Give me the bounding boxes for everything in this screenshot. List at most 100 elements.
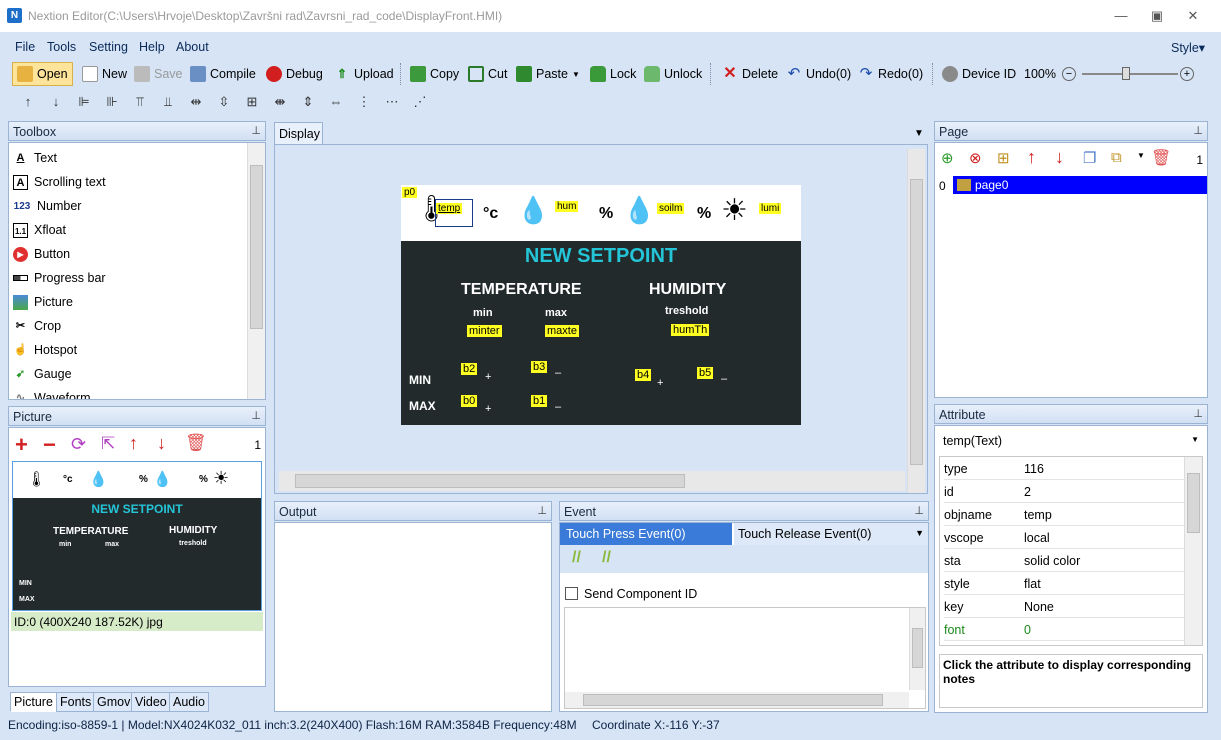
scroll-thumb[interactable]: [295, 474, 685, 488]
upload-button[interactable]: ⇑ Upload: [334, 63, 394, 85]
display-dropdown-icon[interactable]: ▼: [914, 128, 924, 139]
b1-button[interactable]: b1: [531, 395, 548, 407]
close-icon[interactable]: ✕: [1175, 6, 1211, 26]
move-down-icon[interactable]: ↓: [157, 433, 166, 454]
attr-row-id[interactable]: id 2: [944, 480, 1191, 503]
tab-video[interactable]: Video: [131, 692, 171, 712]
tool-hotspot[interactable]: ☝ Hotspot: [13, 339, 77, 361]
uncomment-icon[interactable]: //: [602, 549, 611, 567]
attr-row-sta[interactable]: sta solid color: [944, 549, 1191, 572]
page-item-page0[interactable]: page0: [953, 176, 1207, 194]
debug-button[interactable]: Debug: [266, 63, 323, 85]
tool-gauge[interactable]: ➹ Gauge: [13, 363, 72, 385]
align-left-icon[interactable]: ⊫: [74, 92, 94, 112]
tool-button[interactable]: ▶ Button: [13, 243, 70, 265]
tool-progress-bar[interactable]: Progress bar: [13, 267, 106, 289]
menu-about[interactable]: About: [176, 40, 209, 54]
menu-setting[interactable]: Setting: [89, 40, 128, 54]
tab-picture[interactable]: Picture: [10, 692, 57, 712]
trash-icon[interactable]: 🗑: [1151, 148, 1171, 168]
attr-row-objname[interactable]: objname temp: [944, 503, 1191, 526]
add-page-icon[interactable]: ⊕: [941, 149, 954, 167]
import-page-icon[interactable]: ⧉: [1111, 149, 1122, 166]
move-up-icon[interactable]: ↑: [129, 433, 138, 454]
arrow-down-icon[interactable]: ↓: [46, 92, 66, 112]
remove-picture-icon[interactable]: −: [43, 432, 56, 458]
tool-xfloat[interactable]: 1.1 Xfloat: [13, 219, 66, 241]
copy-page-icon[interactable]: ❐: [1083, 149, 1096, 167]
tab-audio[interactable]: Audio: [169, 692, 209, 712]
toolbox-scrollbar[interactable]: [247, 143, 265, 399]
same-width-icon[interactable]: ⇼: [270, 92, 290, 112]
editor-hscroll[interactable]: [565, 692, 909, 708]
pin-icon[interactable]: ⊥: [251, 409, 261, 422]
attribute-scrollbar[interactable]: [1184, 457, 1202, 645]
pin-icon[interactable]: ⊥: [251, 124, 261, 137]
redo-button[interactable]: ↷ Redo(0): [858, 63, 923, 85]
distribute-v-icon[interactable]: ⋯: [382, 92, 402, 112]
attr-row-type[interactable]: type 116: [944, 457, 1191, 480]
comment-icon[interactable]: //: [572, 549, 581, 567]
delete-page-icon[interactable]: ⊗: [969, 149, 982, 167]
arrow-up-icon[interactable]: ↑: [18, 92, 38, 112]
minimize-icon[interactable]: —: [1103, 6, 1139, 26]
tool-crop[interactable]: ✂ Crop: [13, 315, 61, 337]
tab-gmov[interactable]: Gmov: [93, 692, 135, 712]
display-vscroll[interactable]: [907, 149, 925, 493]
zoom-in-icon[interactable]: +: [1180, 67, 1194, 81]
paste-button[interactable]: Paste ▼: [516, 63, 580, 85]
event-code-editor[interactable]: [564, 607, 926, 709]
center-vertical-icon[interactable]: ⇳: [214, 92, 234, 112]
menu-help[interactable]: Help: [139, 40, 165, 54]
compile-button[interactable]: Compile: [190, 63, 256, 85]
delete-button[interactable]: ✕ Delete: [722, 63, 778, 85]
editor-vscroll[interactable]: [909, 608, 925, 690]
page-down-icon[interactable]: ↓: [1055, 147, 1064, 168]
zoom-slider-thumb[interactable]: [1122, 67, 1130, 80]
zoom-out-icon[interactable]: −: [1062, 67, 1076, 81]
distribute-h-icon[interactable]: ⋮: [354, 92, 374, 112]
align-top-icon[interactable]: ⫪: [130, 92, 150, 112]
menu-file[interactable]: File: [15, 40, 35, 54]
same-height-icon[interactable]: ⇕: [298, 92, 318, 112]
picture-thumbnail[interactable]: 🌡 °c 💧 % 💧 % ☀ NEW SETPOINT TEMPERATURE …: [12, 461, 262, 611]
attr-row-style[interactable]: style flat: [944, 572, 1191, 595]
tool-text[interactable]: A Text: [13, 147, 57, 169]
attr-row-vscope[interactable]: vscope local: [944, 526, 1191, 549]
align-bottom-icon[interactable]: ⫫: [158, 92, 178, 112]
pin-icon[interactable]: ⊥: [1193, 124, 1203, 137]
b0-button[interactable]: b0: [461, 395, 478, 407]
open-button[interactable]: Open: [12, 62, 73, 86]
b4-button[interactable]: b4: [635, 369, 652, 381]
minter-field[interactable]: minter: [467, 325, 502, 337]
cut-button[interactable]: Cut: [468, 63, 507, 85]
tool-picture[interactable]: Picture: [13, 291, 73, 313]
trash-icon[interactable]: 🗑: [185, 433, 207, 453]
scroll-thumb[interactable]: [1187, 473, 1200, 533]
same-size-icon[interactable]: ⇔: [326, 92, 346, 112]
pin-icon[interactable]: ⊥: [914, 504, 924, 517]
maximize-icon[interactable]: ▣: [1139, 6, 1175, 26]
send-id-checkbox[interactable]: [565, 587, 578, 600]
display-hscroll[interactable]: [279, 471, 905, 491]
new-button[interactable]: New: [82, 63, 127, 85]
replace-picture-icon[interactable]: ⟳: [71, 434, 86, 455]
zoom-slider-track[interactable]: [1082, 73, 1178, 75]
attr-row-key[interactable]: key None: [944, 595, 1191, 618]
hum-label[interactable]: hum: [555, 201, 579, 212]
center-both-icon[interactable]: ⊞: [242, 92, 262, 112]
humTh-field[interactable]: humTh: [671, 324, 710, 336]
tab-display[interactable]: Display: [274, 122, 323, 144]
page-up-icon[interactable]: ↑: [1027, 147, 1036, 168]
lock-button[interactable]: Lock: [590, 63, 636, 85]
menu-tools[interactable]: Tools: [47, 40, 76, 54]
menu-style[interactable]: Style▾: [1171, 40, 1205, 55]
device-id-button[interactable]: Device ID: [942, 63, 1016, 85]
spacing-icon[interactable]: ⋰: [410, 92, 430, 112]
maxte-field[interactable]: maxte: [545, 325, 579, 337]
pin-icon[interactable]: ⊥: [537, 504, 547, 517]
scroll-thumb[interactable]: [583, 694, 883, 706]
scroll-thumb[interactable]: [250, 165, 263, 329]
tab-touch-release[interactable]: Touch Release Event(0) ▼: [734, 523, 928, 545]
output-area[interactable]: [274, 522, 552, 712]
